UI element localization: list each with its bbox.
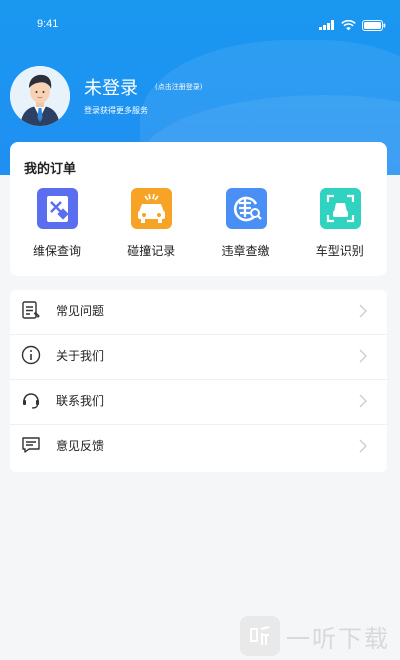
status-time: 9:41 <box>37 18 59 30</box>
maintenance-icon <box>37 188 78 229</box>
menu-list: 常见问题 关于我们 联系我们 意见反馈 <box>10 290 387 472</box>
orders-heading: 我的订单 <box>24 162 77 177</box>
status-bar: 9:41 <box>0 0 400 40</box>
violation-icon <box>225 188 267 229</box>
headset-icon <box>23 393 39 409</box>
user-avatar-icon <box>10 66 70 126</box>
order-item-maintenance[interactable]: 维保查询 <box>10 188 104 268</box>
login-subtitle: 登录获得更多服务 <box>84 106 148 115</box>
login-hint[interactable]: (点击注册登录) <box>155 82 202 92</box>
chevron-right-icon <box>359 394 367 408</box>
menu-item-label: 联系我们 <box>56 394 105 408</box>
orders-card: 我的订单 维保查询 碰撞记录 违章查缴 车型识别 <box>10 142 387 276</box>
avatar[interactable] <box>10 66 70 126</box>
login-title[interactable]: 未登录 <box>84 74 138 100</box>
order-item-crash-record[interactable]: 碰撞记录 <box>104 188 198 268</box>
menu-item-contact[interactable]: 联系我们 <box>10 380 387 425</box>
chevron-right-icon <box>359 439 367 453</box>
order-item-car-recognition[interactable]: 车型识别 <box>293 188 387 268</box>
status-icons <box>319 18 386 32</box>
order-item-violation[interactable]: 违章查缴 <box>199 188 293 268</box>
order-item-label: 违章查缴 <box>221 244 270 258</box>
order-item-label: 车型识别 <box>315 244 364 258</box>
menu-item-label: 常见问题 <box>56 304 105 318</box>
order-item-label: 碰撞记录 <box>127 244 176 258</box>
faq-icon <box>22 301 40 319</box>
signal-icon <box>319 20 334 30</box>
menu-item-about[interactable]: 关于我们 <box>10 335 387 380</box>
menu-item-faq[interactable]: 常见问题 <box>10 290 387 335</box>
chevron-right-icon <box>359 304 367 318</box>
car-scan-icon <box>319 188 361 229</box>
watermark-text: 一听下载 <box>286 624 390 653</box>
watermark: 一听下载 <box>240 614 390 658</box>
order-item-label: 维保查询 <box>32 244 81 258</box>
watermark-logo-icon <box>240 616 280 656</box>
feedback-icon <box>22 437 40 453</box>
chevron-right-icon <box>359 349 367 363</box>
wifi-icon <box>341 19 356 30</box>
orders-grid: 维保查询 碰撞记录 违章查缴 车型识别 <box>10 188 387 268</box>
info-icon <box>21 345 41 365</box>
menu-item-feedback[interactable]: 意见反馈 <box>10 425 387 470</box>
menu-item-label: 意见反馈 <box>56 439 105 453</box>
battery-icon <box>362 19 386 31</box>
car-crash-icon <box>131 188 173 229</box>
menu-item-label: 关于我们 <box>56 349 105 363</box>
